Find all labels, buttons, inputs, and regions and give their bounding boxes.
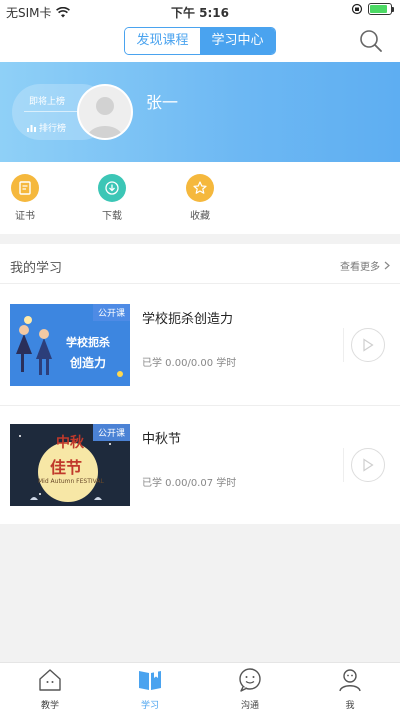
thumb-subtitle: Mid Autumn FESTIVAL	[38, 478, 104, 485]
orientation-lock-icon	[351, 3, 363, 15]
tab-learning-label: 学习	[140, 701, 159, 710]
play-icon	[363, 458, 374, 472]
view-more-link[interactable]: 查看更多	[340, 258, 390, 273]
bottom-tab-bar: 教学 学习 沟通 我	[0, 662, 400, 710]
tab-communication[interactable]: 沟通	[200, 663, 300, 710]
course-item[interactable]: 学校扼杀 创造力 公开课 学校扼杀创造力 已学 0.00/0.00 学时	[0, 288, 400, 406]
thumb-title-line1: 学校扼杀	[66, 336, 110, 349]
tab-learning-center[interactable]: 学习中心	[200, 28, 275, 54]
tab-communication-label: 沟通	[240, 701, 259, 710]
play-icon	[363, 338, 374, 352]
default-avatar-icon	[79, 86, 131, 138]
certificate-label: 证书	[15, 211, 35, 222]
chat-icon	[239, 668, 261, 692]
rank-status: 即将上榜	[29, 97, 66, 107]
bar-chart-icon	[27, 125, 36, 132]
battery-level	[370, 5, 387, 13]
course-thumbnail[interactable]: 中秋 佳节 Mid Autumn FESTIVAL 公开课	[10, 424, 130, 506]
download-icon	[98, 174, 126, 202]
tab-teaching-label: 教学	[40, 701, 59, 710]
status-right	[351, 3, 394, 15]
play-button-wrap	[343, 328, 391, 362]
course-title[interactable]: 学校扼杀创造力	[142, 308, 233, 327]
star-icon	[186, 174, 214, 202]
course-badge: 公开课	[92, 424, 130, 441]
status-bar: 无SIM卡 下午 5:16	[0, 0, 400, 22]
profile-banner: 即将上榜 排行榜 张一	[0, 62, 400, 162]
thumb-title-line2: 创造力	[70, 356, 107, 370]
view-more-label: 查看更多	[340, 262, 380, 273]
book-icon	[139, 670, 161, 690]
certificate-shortcut[interactable]: 证书	[0, 174, 55, 222]
tab-me[interactable]: 我	[300, 663, 400, 710]
user-name: 张一	[146, 93, 179, 112]
certificate-icon	[11, 174, 39, 202]
download-shortcut[interactable]: 下载	[82, 174, 142, 222]
favorites-shortcut[interactable]: 收藏	[170, 174, 230, 222]
tab-discover-courses[interactable]: 发现课程	[125, 28, 200, 54]
top-header: 发现课程 学习中心	[0, 22, 400, 62]
course-badge: 公开课	[92, 304, 130, 321]
course-progress: 已学 0.00/0.07 学时	[142, 478, 237, 489]
battery-icon	[368, 3, 394, 15]
user-icon	[339, 669, 361, 692]
my-learning-section: 我的学习 查看更多 学校扼杀 创造力 公开课 学校扼杀创造力 已学 0.00/0…	[0, 244, 400, 524]
course-thumbnail[interactable]: 学校扼杀 创造力 公开课	[10, 304, 130, 386]
shortcut-row: 证书 下载 收藏	[0, 162, 400, 234]
section-title: 我的学习	[10, 261, 63, 276]
home-icon	[39, 669, 61, 691]
tab-me-label: 我	[345, 701, 355, 710]
chevron-right-icon	[384, 261, 390, 270]
leaderboard-label: 排行榜	[39, 124, 67, 134]
status-time: 下午 5:16	[170, 6, 230, 20]
thumb-title-line1: 中秋	[56, 435, 84, 451]
favorites-label: 收藏	[190, 211, 210, 222]
avatar[interactable]	[77, 84, 133, 140]
course-item[interactable]: 中秋 佳节 Mid Autumn FESTIVAL 公开课 中秋节 已学 0.0…	[0, 408, 400, 526]
course-title[interactable]: 中秋节	[142, 428, 181, 447]
thumb-title-line2: 佳节	[50, 458, 83, 477]
play-button[interactable]	[351, 448, 385, 482]
leaderboard-link[interactable]: 排行榜	[27, 121, 66, 134]
tab-learning[interactable]: 学习	[100, 663, 200, 710]
play-button[interactable]	[351, 328, 385, 362]
search-icon[interactable]	[358, 28, 384, 54]
section-header: 我的学习 查看更多	[0, 244, 400, 284]
download-label: 下载	[102, 211, 122, 222]
segment-control: 发现课程 学习中心	[124, 27, 276, 55]
course-progress: 已学 0.00/0.00 学时	[142, 358, 237, 369]
tab-teaching[interactable]: 教学	[0, 663, 100, 710]
play-button-wrap	[343, 448, 391, 482]
